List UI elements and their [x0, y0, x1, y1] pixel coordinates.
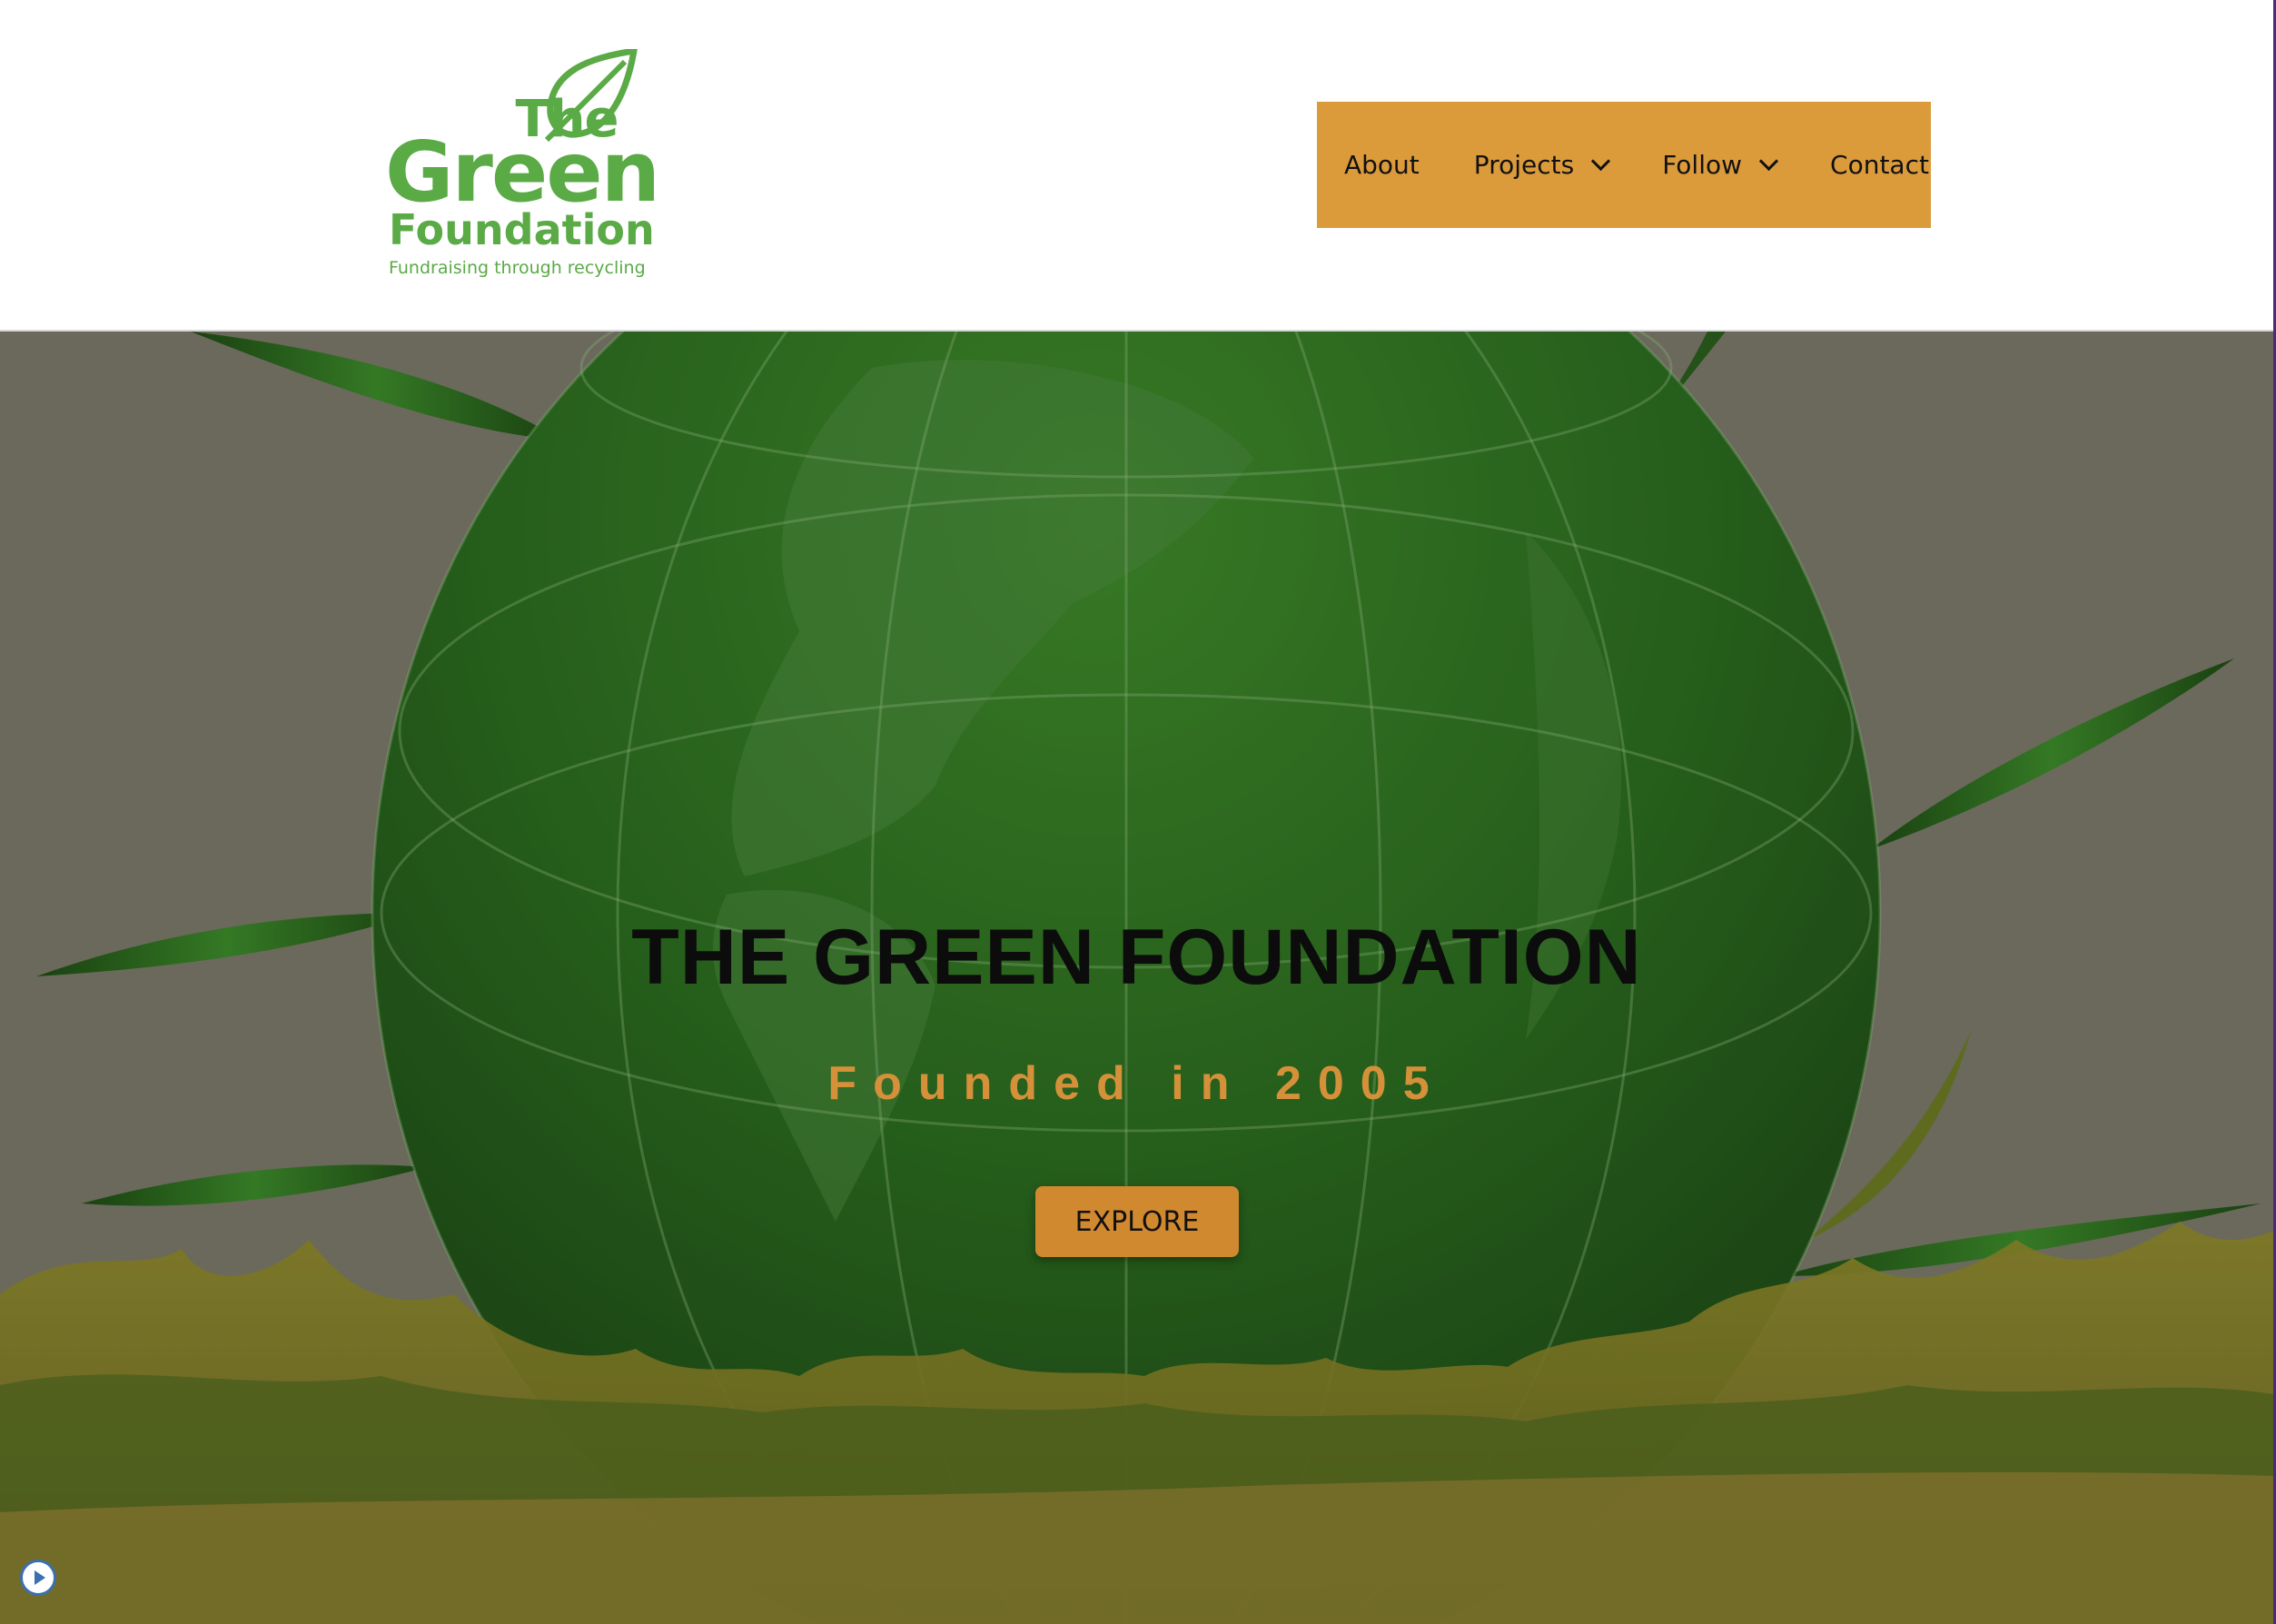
nav-item-label: Follow — [1662, 150, 1743, 180]
nav-item-contact[interactable]: Contact — [1830, 150, 1929, 180]
hero-subtitle: Founded in 2005 — [827, 1057, 1446, 1110]
site-header: The Green Foundation Fundraising through… — [0, 0, 2273, 332]
nav-item-follow[interactable]: Follow — [1662, 150, 1779, 180]
hero-title: THE GREEN FOUNDATION — [631, 914, 1642, 1001]
nav-item-about[interactable]: About — [1344, 150, 1420, 180]
main-nav: About Projects Follow Contact — [1317, 102, 1931, 228]
page: The Green Foundation Fundraising through… — [0, 0, 2276, 1624]
play-icon[interactable] — [20, 1560, 56, 1596]
play-triangle — [35, 1570, 45, 1585]
nav-item-label: Projects — [1473, 150, 1575, 180]
explore-button[interactable]: EXPLORE — [1035, 1186, 1239, 1257]
logo-line-green: Green — [385, 124, 660, 221]
nav-item-projects[interactable]: Projects — [1473, 150, 1611, 180]
nav-item-label: About — [1344, 150, 1420, 180]
logo-line-foundation: Foundation — [389, 205, 655, 254]
chevron-down-icon — [1591, 151, 1611, 172]
hero-section: THE GREEN FOUNDATION Founded in 2005 EXP… — [0, 332, 2273, 1624]
site-logo[interactable]: The Green Foundation Fundraising through… — [385, 45, 660, 282]
nav-item-label: Contact — [1830, 150, 1929, 180]
logo-tagline: Fundraising through recycling — [389, 258, 646, 278]
chevron-down-icon — [1758, 151, 1779, 172]
